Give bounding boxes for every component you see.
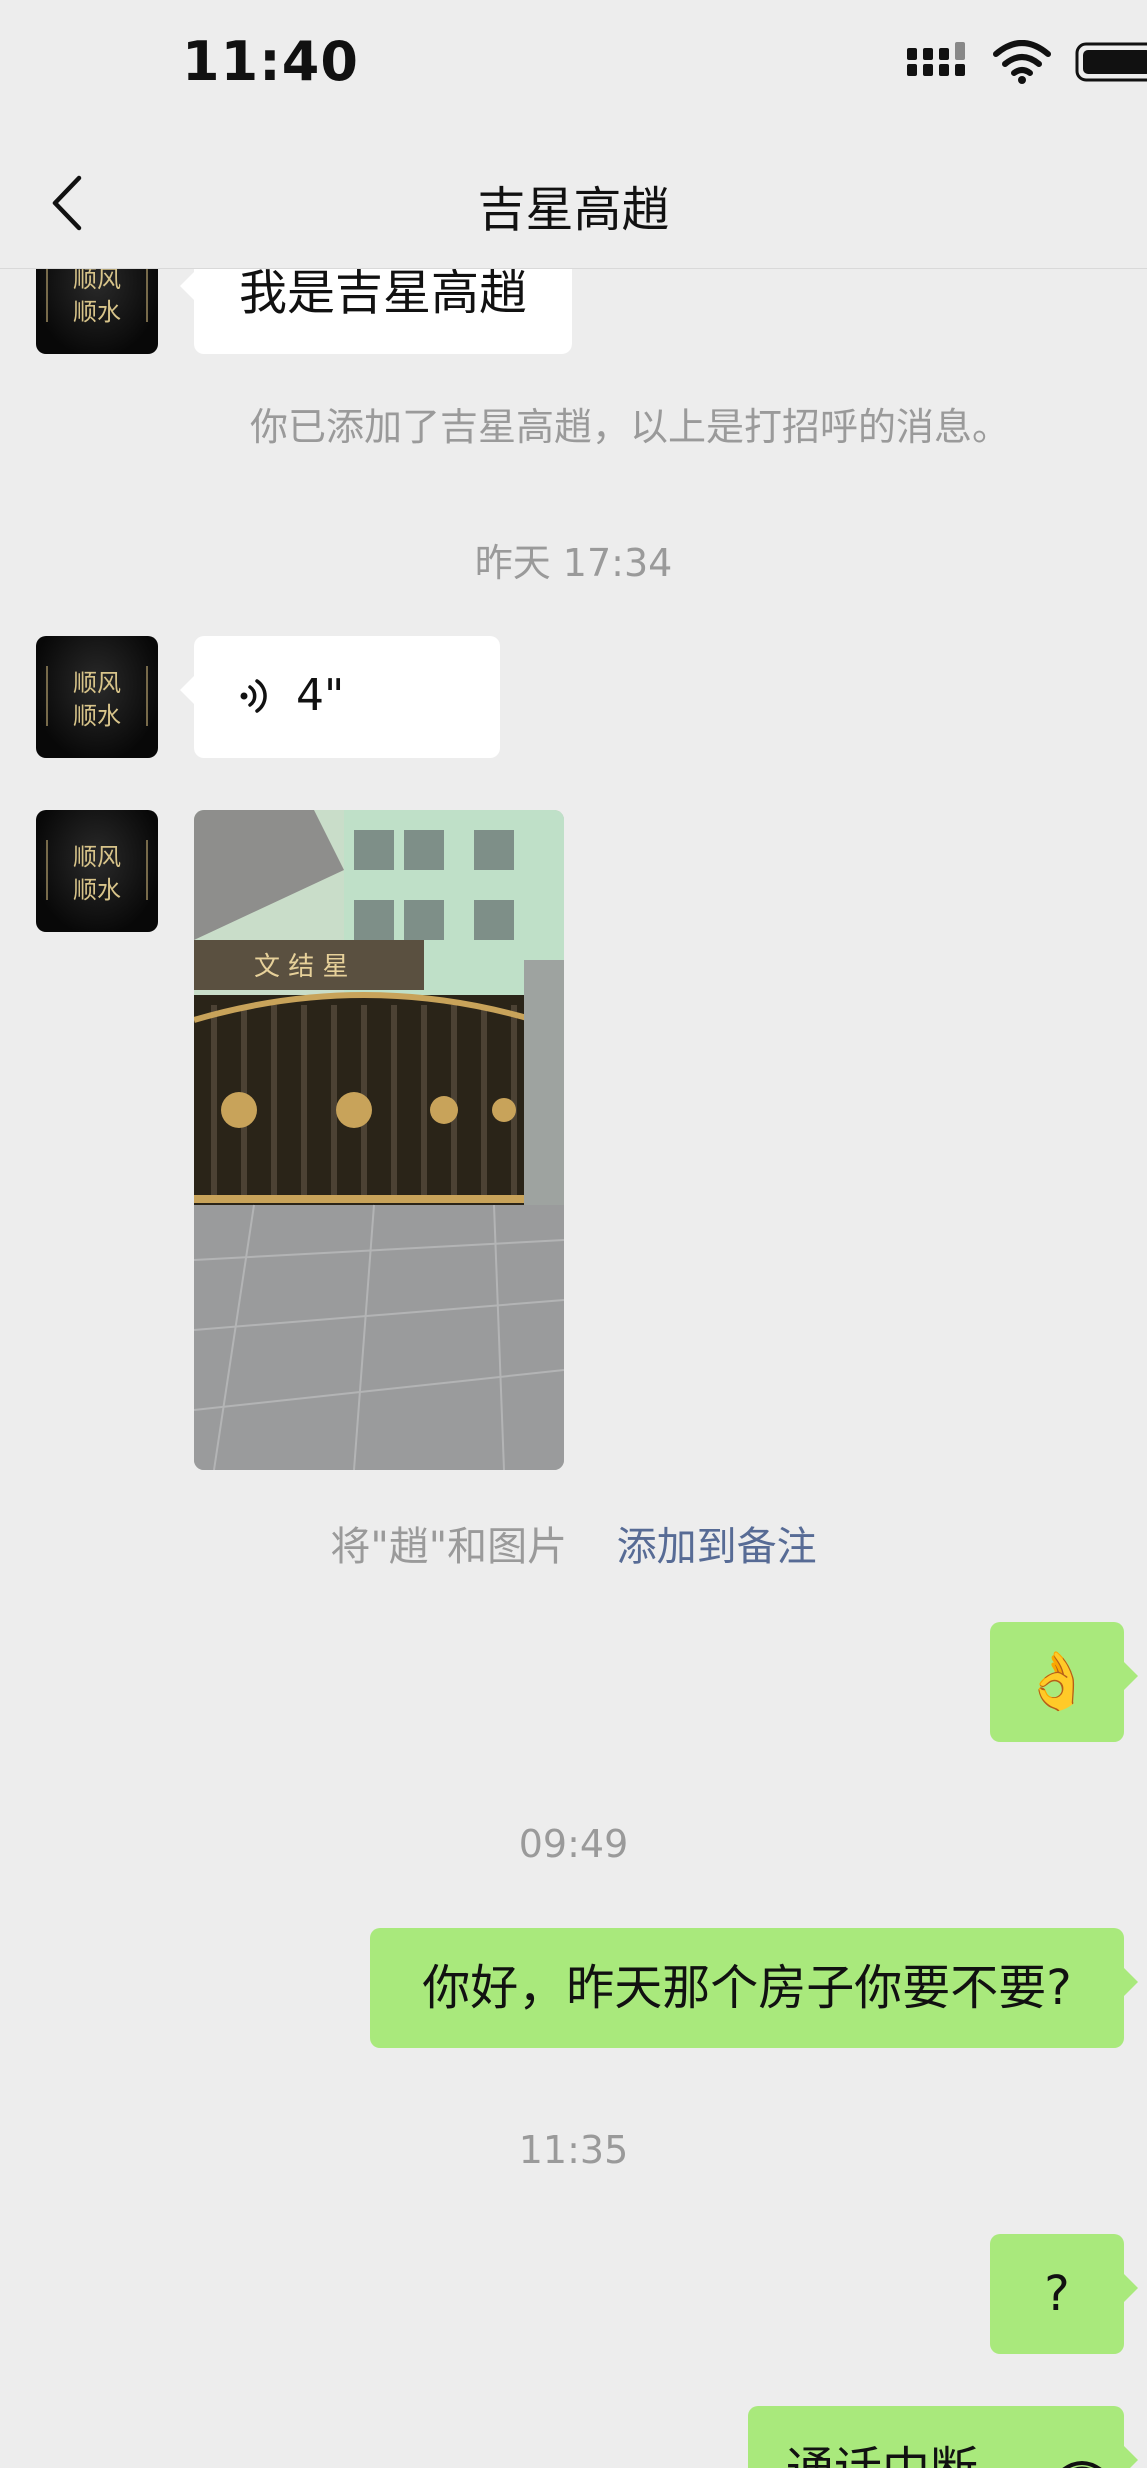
chat-screen: 顺风 顺水 我是吉星高趙 你已添加了吉星高趙，以上是打招呼的消息。 昨天 17:… <box>0 0 1147 2468</box>
avatar-calligraphy-icon: 顺风 顺水 <box>46 840 148 904</box>
voice-message-bubble[interactable]: 4" <box>180 636 500 758</box>
phone-call-icon <box>1062 2461 1102 2468</box>
image-message[interactable]: 文 结 星 <box>194 810 564 1470</box>
voice-duration: 4" <box>296 670 345 721</box>
voice-wave-icon <box>240 679 267 713</box>
cellular-signal-icon <box>907 42 965 76</box>
add-to-remark-link[interactable]: 添加到备注 <box>617 1524 817 1570</box>
svg-text:顺风: 顺风 <box>73 265 121 293</box>
status-time: 11:40 <box>182 30 359 93</box>
wifi-icon <box>993 40 1051 84</box>
chat-message-list[interactable]: 顺风 顺水 我是吉星高趙 你已添加了吉星高趙，以上是打招呼的消息。 昨天 17:… <box>0 0 1147 2468</box>
contact-avatar[interactable]: 顺风 顺水 <box>36 810 158 932</box>
svg-text:顺水: 顺水 <box>73 702 121 730</box>
chat-title: 吉星高趙 <box>477 182 670 238</box>
timestamp: 11:35 <box>518 2128 629 2172</box>
question-mark-text: ? <box>1044 2266 1070 2322</box>
status-icons <box>907 38 1147 88</box>
svg-text:顺水: 顺水 <box>73 298 121 326</box>
svg-text:顺风: 顺风 <box>73 843 121 871</box>
svg-text:顺水: 顺水 <box>73 876 121 904</box>
house-question-text: 你好，昨天那个房子你要不要? <box>422 1960 1072 2016</box>
contact-avatar[interactable]: 顺风 顺水 <box>36 636 158 758</box>
greeting-text: 我是吉星高趙 <box>238 265 527 321</box>
house-question-bubble[interactable]: 你好，昨天那个房子你要不要? <box>370 1928 1138 2048</box>
gate-photo-image: 文 结 星 <box>194 810 564 1470</box>
battery-icon <box>1075 42 1147 82</box>
remark-prompt-text: 将"趙"和图片 <box>330 1524 568 1570</box>
call-interrupted-bubble[interactable]: 通话中断 <box>748 2406 1138 2468</box>
timestamp: 09:49 <box>518 1822 629 1866</box>
friend-added-notice: 你已添加了吉星高趙，以上是打招呼的消息。 <box>250 405 1011 449</box>
avatar-calligraphy-icon: 顺风 顺水 <box>46 666 148 730</box>
top-bar: 11:40 吉星高趙 <box>0 0 1147 269</box>
timestamp: 昨天 17:34 <box>474 541 673 585</box>
ok-hand-emoji: 👌 <box>1022 1649 1092 1714</box>
call-interrupted-text: 通话中断 <box>786 2440 978 2468</box>
svg-text:文 结 星: 文 结 星 <box>254 952 349 982</box>
svg-text:顺风: 顺风 <box>73 669 121 697</box>
ok-emoji-bubble[interactable]: 👌 <box>990 1622 1138 1742</box>
add-remark-prompt: 将"趙"和图片 添加到备注 <box>0 1514 1147 1572</box>
question-mark-bubble[interactable]: ? <box>990 2234 1138 2354</box>
